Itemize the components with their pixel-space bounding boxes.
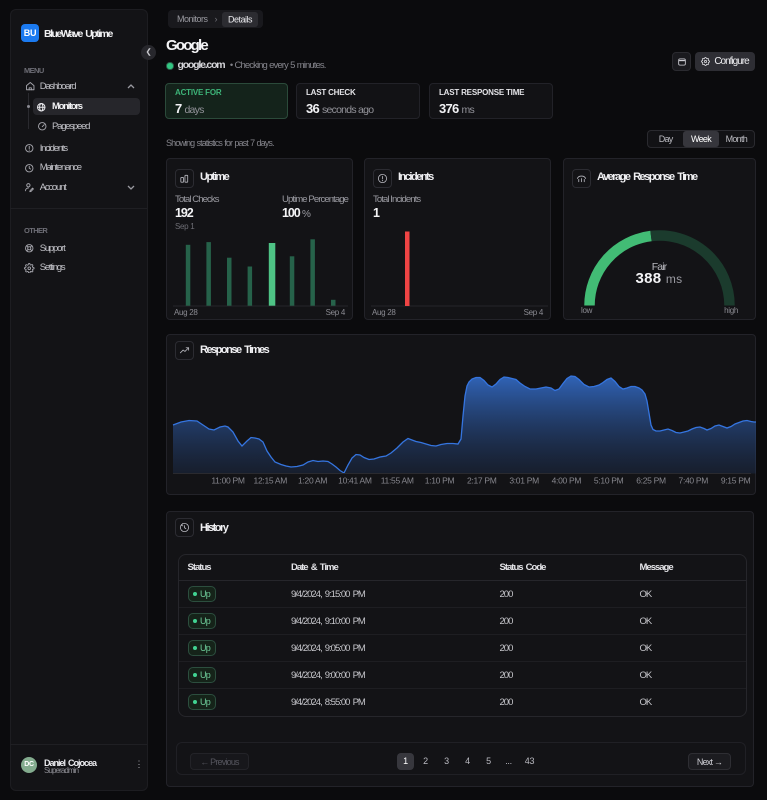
svg-text:11:00 PM: 11:00 PM (211, 476, 245, 486)
svg-text:3:01 PM: 3:01 PM (509, 476, 539, 486)
svg-text:4:00 PM: 4:00 PM (552, 476, 582, 486)
svg-text:1:20 AM: 1:20 AM (298, 476, 327, 486)
svg-text:5:10 PM: 5:10 PM (594, 476, 624, 486)
svg-text:12:15 AM: 12:15 AM (254, 476, 288, 486)
svg-text:10:41 AM: 10:41 AM (338, 476, 372, 486)
svg-text:1:10 PM: 1:10 PM (425, 476, 455, 486)
svg-text:7:40 PM: 7:40 PM (679, 476, 709, 486)
svg-text:9:15 PM: 9:15 PM (721, 476, 751, 486)
svg-text:11:55 AM: 11:55 AM (381, 476, 414, 486)
svg-text:2:17 PM: 2:17 PM (467, 476, 497, 486)
svg-text:6:25 PM: 6:25 PM (636, 476, 666, 486)
